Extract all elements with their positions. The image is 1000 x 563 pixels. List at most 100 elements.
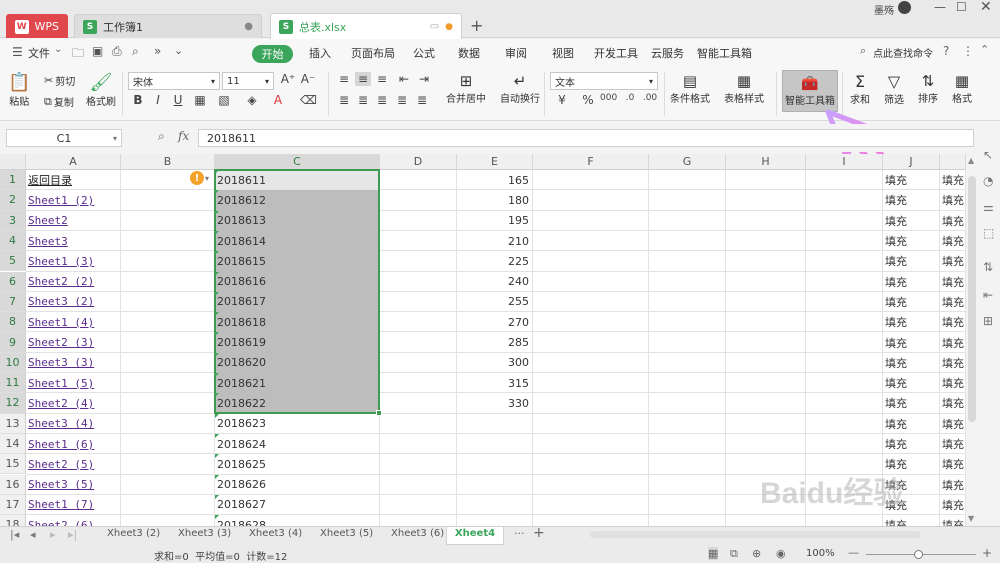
column-header-i[interactable]: I — [806, 154, 883, 170]
next-sheet-icon[interactable]: ▸ — [50, 528, 56, 541]
cell-number[interactable]: 255 — [457, 292, 533, 312]
cell-text-value[interactable]: 2018620 — [215, 353, 380, 373]
zoom-level[interactable]: 100% — [806, 548, 835, 559]
format-painter-button[interactable]: 🖌 格式刷 — [86, 72, 116, 108]
cell-text-value[interactable]: 2018615 — [215, 251, 380, 271]
column-header-f[interactable]: F — [533, 154, 649, 170]
cell-text-value[interactable]: 2018613 — [215, 211, 380, 231]
warning-icon[interactable]: ! — [190, 171, 204, 185]
merge-center-button[interactable]: ⊞ 合并居中 — [446, 72, 486, 105]
zoom-in-icon[interactable]: + — [982, 546, 992, 560]
align-right-icon[interactable]: ≣ — [374, 93, 390, 107]
search-command[interactable]: 点此查找命令 — [873, 45, 933, 60]
cell-link-back-to-index[interactable]: 返回目录 — [26, 170, 121, 190]
cell-fill-text[interactable]: 填充 — [883, 292, 940, 312]
cell-fill-text[interactable]: 填充 — [940, 312, 966, 332]
cell-fill-text[interactable]: 填充 — [883, 515, 940, 526]
cell-text-value[interactable]: 2018628 — [215, 515, 380, 526]
clear-icon[interactable]: ⌫ — [300, 93, 317, 107]
align-top-icon[interactable]: ≡ — [336, 72, 352, 86]
menu-page-layout[interactable]: 页面布局 — [351, 45, 395, 61]
sheet-tab[interactable]: Xheet3 (4) — [249, 528, 302, 539]
align-center-icon[interactable]: ≣ — [355, 93, 371, 107]
cell-fill-text[interactable]: 填充 — [940, 332, 966, 352]
cell-link-sheet[interactable]: Sheet1 (6) — [26, 434, 121, 454]
share-icon[interactable]: ⬚ — [983, 226, 994, 240]
avatar[interactable] — [898, 1, 911, 14]
zoom-out-icon[interactable]: — — [848, 546, 859, 559]
cell-fill-text[interactable]: 填充 — [940, 434, 966, 454]
cell-text-value[interactable]: 2018611 — [215, 170, 380, 190]
column-header-k[interactable] — [940, 154, 966, 170]
cell-link-sheet[interactable]: Sheet1 (4) — [26, 312, 121, 332]
more-sheets-icon[interactable]: ··· — [514, 527, 525, 540]
cell-number[interactable]: 285 — [457, 332, 533, 352]
cell-text-value[interactable]: 2018617 — [215, 292, 380, 312]
tab-workbook1[interactable]: S 工作簿1 ● — [74, 14, 262, 38]
cell-number[interactable]: 300 — [457, 353, 533, 373]
cell-number[interactable]: 240 — [457, 272, 533, 292]
menu-dev-tools[interactable]: 开发工具 — [594, 45, 638, 61]
folder-icon[interactable]: 🗀 — [72, 44, 84, 65]
menu-start[interactable]: 开始 — [252, 45, 293, 63]
cell-fill-text[interactable]: 填充 — [940, 475, 966, 495]
cell-text-value[interactable]: 2018624 — [215, 434, 380, 454]
cell-fill-text[interactable]: 填充 — [940, 190, 966, 210]
row-header[interactable]: 14 — [0, 433, 26, 455]
cell-fill-text[interactable]: 填充 — [883, 414, 940, 434]
maximize-icon[interactable]: ☐ — [956, 0, 967, 14]
menu-formula[interactable]: 公式 — [413, 45, 435, 61]
format-button[interactable]: ▦ 格式 — [952, 72, 972, 105]
help-icon[interactable]: ? — [943, 44, 949, 58]
scroll-thumb[interactable] — [968, 176, 976, 422]
cell-fill-text[interactable]: 填充 — [883, 373, 940, 393]
cell-link-sheet[interactable]: Sheet1 (5) — [26, 373, 121, 393]
row-header[interactable]: 11 — [0, 373, 26, 394]
more-icon[interactable]: » — [154, 44, 161, 58]
cell-fill-text[interactable]: 填充 — [940, 495, 966, 515]
cell-fill-text[interactable]: 填充 — [940, 211, 966, 231]
underline-icon[interactable]: U — [170, 93, 186, 107]
chevron-down-icon[interactable]: ▾ — [205, 174, 209, 183]
tab-wps[interactable]: W WPS — [6, 14, 68, 38]
cell-fill-text[interactable]: 填充 — [883, 231, 940, 251]
backup-icon[interactable]: ⇅ — [983, 260, 993, 274]
cell-number[interactable]: 195 — [457, 211, 533, 231]
row-header[interactable]: 13 — [0, 413, 26, 434]
column-header-c[interactable]: C — [215, 154, 380, 170]
zoom-slider-thumb[interactable] — [914, 550, 923, 559]
save-icon[interactable]: ▣ — [92, 44, 103, 58]
row-header[interactable]: 1 — [0, 170, 26, 191]
cell-fill-text[interactable]: 填充 — [883, 393, 940, 413]
cell-fill-text[interactable]: 填充 — [940, 414, 966, 434]
first-sheet-icon[interactable]: |◂ — [10, 528, 19, 541]
normal-view-icon[interactable]: ▦ — [708, 547, 719, 560]
currency-icon[interactable]: ¥ — [554, 93, 570, 107]
column-header-d[interactable]: D — [380, 154, 457, 170]
hamburger-icon[interactable]: ☰ — [12, 45, 23, 59]
decimal-decrease-icon[interactable]: .00 — [642, 93, 658, 103]
align-middle-icon[interactable]: ≡ — [355, 72, 371, 86]
cell-fill-text[interactable]: 填充 — [940, 251, 966, 271]
scroll-down-icon[interactable]: ▼ — [968, 514, 974, 523]
settings-icon[interactable]: ⚌ — [983, 200, 994, 214]
cell-link-sheet[interactable]: Sheet2 (5) — [26, 454, 121, 474]
tab-zongbiao[interactable]: S 总表.xlsx ▭ ● — [270, 13, 462, 39]
cell-link-sheet[interactable]: Sheet3 (5) — [26, 475, 121, 495]
menu-smart-toolbox[interactable]: 智能工具箱 — [697, 45, 752, 61]
cell-link-sheet[interactable]: Sheet3 — [26, 231, 121, 251]
row-header[interactable]: 10 — [0, 352, 26, 373]
print-icon[interactable]: ⎙ — [112, 44, 122, 59]
cell-text-value[interactable]: 2018625 — [215, 454, 380, 474]
cell-text-value[interactable]: 2018616 — [215, 272, 380, 292]
zoom-find-icon[interactable]: ⌕ — [158, 129, 165, 144]
cell-link-sheet[interactable]: Sheet2 (4) — [26, 393, 121, 413]
cell-fill-text[interactable]: 填充 — [940, 454, 966, 474]
row-header[interactable]: 12 — [0, 393, 26, 414]
reading-mode-icon[interactable]: ◉ — [776, 547, 786, 560]
cell-number[interactable]: 165 — [457, 170, 533, 190]
bold-icon[interactable]: B — [130, 93, 146, 107]
cell-number[interactable]: 225 — [457, 251, 533, 271]
horizontal-scrollbar[interactable] — [590, 531, 920, 538]
menu-file[interactable]: 文件 — [28, 45, 50, 61]
